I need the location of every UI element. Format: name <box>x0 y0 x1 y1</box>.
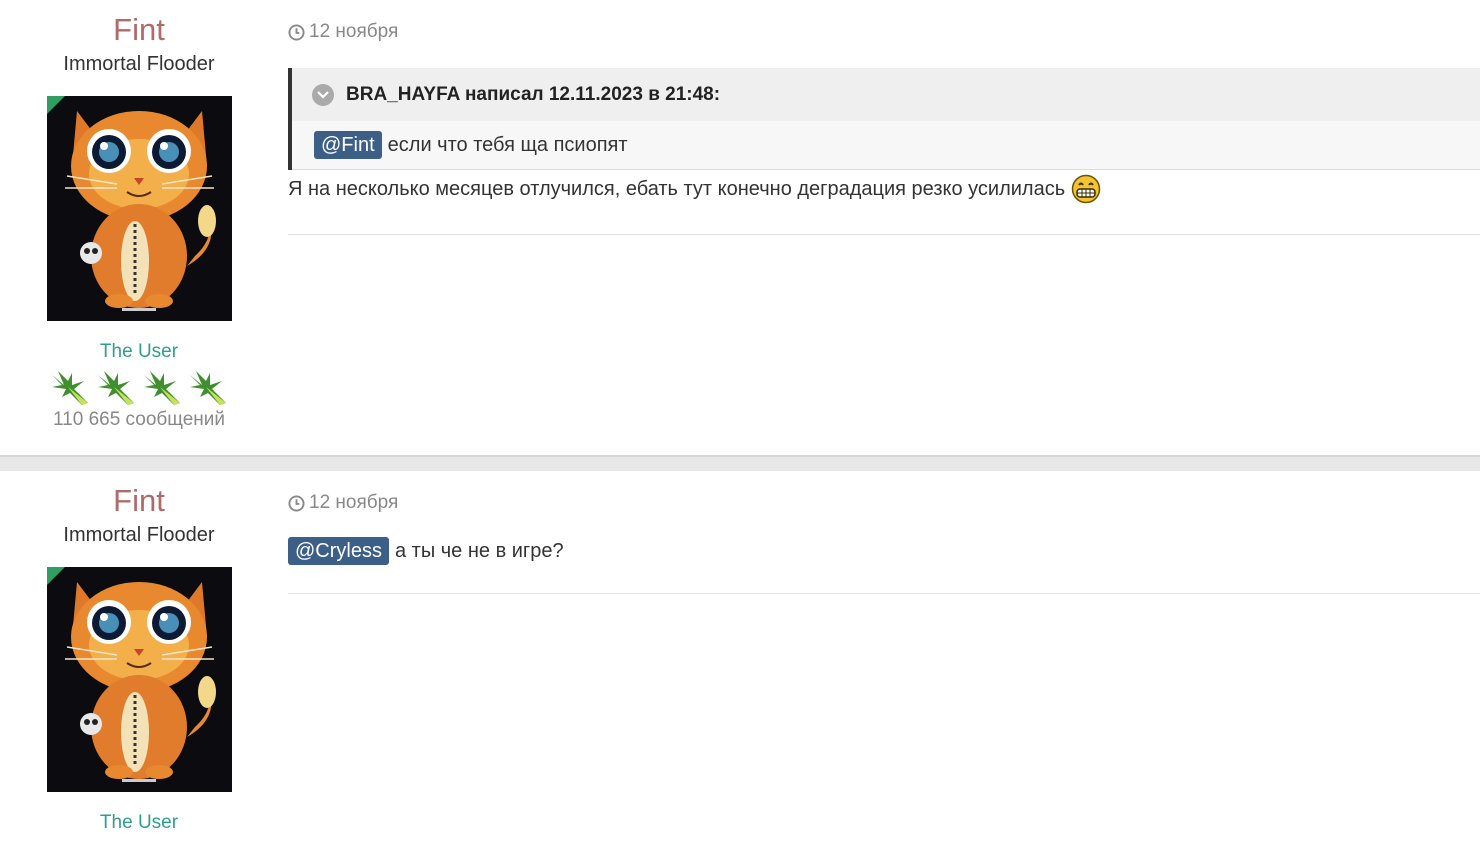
post-date-text: 12 ноября <box>309 21 399 42</box>
clock-icon <box>288 494 305 512</box>
user-group: The User <box>99 812 179 833</box>
message-text: а ты че не в игре? <box>394 539 564 562</box>
author-title: Immortal Flooder <box>63 524 215 546</box>
cat-avatar-image <box>46 567 232 792</box>
rank-star-icon <box>52 371 88 405</box>
user-mention[interactable]: @Cryless <box>288 537 389 565</box>
post: Fint Immortal Flooder <box>0 471 1480 841</box>
user-mention[interactable]: @Fint <box>314 131 382 159</box>
clock-icon <box>288 23 305 41</box>
grin-emoji-icon <box>1071 174 1101 204</box>
rank-star-icon <box>98 371 134 405</box>
avatar[interactable] <box>46 96 232 321</box>
post: Fint Immortal Flooder <box>0 0 1480 455</box>
post-content: 12 ноября @Cryless а ты че не в игре? <box>288 471 1480 594</box>
post-content: 12 ноября BRA_HAYFA написал 12.11.2023 в… <box>288 0 1480 235</box>
quote-text: если что тебя ща псиопят <box>387 133 628 156</box>
quote-header[interactable]: BRA_HAYFA написал 12.11.2023 в 21:48: <box>292 68 1480 121</box>
message-count: 110 665 сообщений <box>53 409 225 430</box>
rank-star-icon <box>190 371 226 405</box>
chevron-down-icon[interactable] <box>312 83 334 106</box>
post-message: @Cryless а ты че не в игре? <box>288 537 1480 565</box>
rank-stars <box>0 367 278 407</box>
user-group: The User <box>99 341 179 362</box>
post-date-text: 12 ноября <box>309 492 399 513</box>
online-status-indicator <box>46 567 65 585</box>
cat-avatar-image <box>46 96 232 321</box>
author-name[interactable]: Fint <box>0 483 278 519</box>
quote-author-line: BRA_HAYFA написал 12.11.2023 в 21:48: <box>346 83 721 105</box>
post-date[interactable]: 12 ноября <box>288 491 1480 515</box>
author-title: Immortal Flooder <box>63 53 215 75</box>
post-divider <box>288 593 1480 594</box>
rank-star-icon <box>144 371 180 405</box>
post-separator <box>0 455 1480 471</box>
post-date[interactable]: 12 ноября <box>288 20 1480 44</box>
author-panel: Fint Immortal Flooder <box>0 0 278 431</box>
online-status-indicator <box>46 96 65 114</box>
post-message: Я на несколько месяцев отлучился, ебать … <box>288 174 1480 204</box>
author-panel: Fint Immortal Flooder <box>0 471 278 834</box>
author-name[interactable]: Fint <box>0 12 278 48</box>
quote-block: BRA_HAYFA написал 12.11.2023 в 21:48: @F… <box>288 68 1480 170</box>
quote-body: @Fint если что тебя ща псиопят <box>292 121 1480 170</box>
message-text: Я на несколько месяцев отлучился, ебать … <box>288 177 1066 200</box>
avatar[interactable] <box>46 567 232 792</box>
post-divider <box>288 234 1480 235</box>
